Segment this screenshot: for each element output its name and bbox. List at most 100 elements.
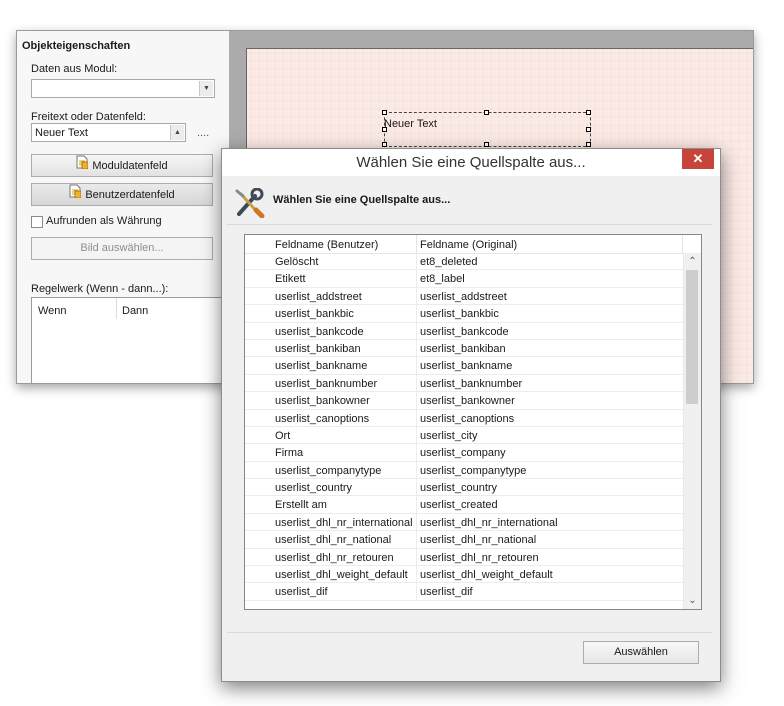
original-fieldname-cell: userlist_city [420,429,478,442]
freetext-select[interactable]: Neuer Text ▲ [31,123,186,142]
tools-icon [233,187,267,221]
chevron-down-icon[interactable]: ⌄ [684,592,701,609]
column-divider [416,305,417,322]
column-divider [416,566,417,583]
select-button[interactable]: Auswählen [583,641,699,664]
user-fieldname-cell: userlist_bankcode [275,325,364,338]
user-fieldname-cell: userlist_canoptions [275,412,370,425]
resize-handle[interactable] [382,127,387,132]
module-data-label: Daten aus Modul: [31,63,118,75]
module-field-button-label: Moduldatenfeld [92,159,168,172]
column-divider[interactable] [682,235,683,253]
column-divider [416,461,417,479]
list-item[interactable]: userlist_country userlist_country [245,479,683,497]
list-item[interactable]: userlist_addstreet userlist_addstreet [245,287,683,306]
chevron-down-icon[interactable]: ▼ [199,81,213,96]
resize-handle[interactable] [586,110,591,115]
list-item[interactable]: Gelöscht et8_deleted [245,253,683,271]
list-item[interactable]: userlist_bankowner userlist_bankowner [245,392,683,410]
original-fieldname-cell: userlist_banknumber [420,377,523,390]
column-divider [416,531,417,548]
list-item[interactable]: userlist_banknumber userlist_banknumber [245,374,683,393]
column-divider [116,298,117,319]
resize-handle[interactable] [484,110,489,115]
column-divider [416,548,417,566]
resize-handle[interactable] [586,142,591,147]
user-fieldname-cell: userlist_dhl_nr_retouren [275,551,394,564]
properties-title: Objekteigenschaften [22,40,131,52]
user-fieldname-cell: Erstellt am [275,499,327,512]
user-fieldname-cell: userlist_country [275,482,353,495]
list-item[interactable]: Erstellt am userlist_created [245,496,683,514]
rules-column-dann[interactable]: Dann [122,305,148,317]
resize-handle[interactable] [382,110,387,115]
list-item[interactable]: Firma userlist_company [245,444,683,462]
user-fieldname-cell: userlist_dhl_weight_default [275,569,408,582]
list-item[interactable]: userlist_dhl_nr_retouren userlist_dhl_nr_… [245,548,683,567]
column-header-user-fieldname[interactable]: Feldname (Benutzer) [275,239,378,251]
text-element[interactable]: Neuer Text [382,110,591,147]
scrollbar-thumb[interactable] [686,270,698,404]
dialog-titlebar[interactable]: Wählen Sie eine Quellspalte aus... ✕ [222,149,720,176]
column-divider [416,339,417,357]
list-item[interactable]: userlist_companytype userlist_companytype [245,461,683,480]
column-divider [416,374,417,392]
original-fieldname-cell: userlist_dhl_nr_retouren [420,551,539,564]
dialog-title: Wählen Sie eine Quellspalte aus... [356,154,586,171]
column-divider [416,253,417,270]
source-column-list[interactable]: Feldname (Benutzer) Feldname (Original) … [244,234,702,610]
user-fieldname-cell: userlist_bankowner [275,395,370,408]
original-fieldname-cell: userlist_company [420,447,506,460]
list-item[interactable]: userlist_bankiban userlist_bankiban [245,339,683,358]
list-item[interactable]: userlist_dhl_nr_international userlist_dh… [245,513,683,532]
vertical-scrollbar[interactable]: ⌃ ⌄ [683,253,701,609]
select-source-column-dialog: Wählen Sie eine Quellspalte aus... ✕ Wäh… [221,148,721,682]
list-item[interactable]: userlist_bankcode userlist_bankcode [245,322,683,340]
rules-column-wenn[interactable]: Wenn [38,305,67,317]
resize-handle[interactable] [382,142,387,147]
text-element-value: Neuer Text [384,118,437,130]
user-fieldname-cell: Etikett [275,273,306,286]
currency-checkbox[interactable] [31,216,43,228]
document-icon [76,155,89,177]
resize-handle[interactable] [586,127,591,132]
dialog-header: Wählen Sie eine Quellspalte aus... [227,179,712,225]
list-item[interactable]: userlist_canoptions userlist_canoptions [245,409,683,427]
original-fieldname-cell: userlist_bankiban [420,342,506,355]
close-button[interactable]: ✕ [682,149,714,169]
column-divider [416,287,417,305]
dialog-header-title: Wählen Sie eine Quellspalte aus... [273,194,451,206]
list-item[interactable]: userlist_bankname userlist_bankname [245,357,683,375]
column-divider [416,270,417,287]
properties-panel: Objekteigenschaften Daten aus Modul: ▼ F… [17,31,229,383]
column-divider [416,357,417,374]
column-divider [416,496,417,513]
list-item[interactable]: userlist_dif userlist_dif [245,583,683,601]
column-header-original-fieldname[interactable]: Feldname (Original) [420,239,517,251]
select-image-button[interactable]: Bild auswählen... [31,237,213,260]
user-field-button[interactable]: Benutzerdatenfeld [31,183,213,206]
original-fieldname-cell: userlist_country [420,482,498,495]
original-fieldname-cell: userlist_dif [420,586,473,599]
list-item[interactable]: Etikett et8_label [245,270,683,288]
list-item[interactable]: userlist_dhl_weight_default userlist_dhl_… [245,566,683,584]
column-divider[interactable] [416,235,417,253]
close-icon: ✕ [692,151,704,166]
rules-table[interactable]: Wenn Dann [31,297,229,383]
ellipsis-button[interactable]: .... [197,127,209,139]
module-data-select[interactable]: ▼ [31,79,215,98]
user-fieldname-cell: userlist_dhl_nr_national [275,534,392,547]
chevron-down-icon[interactable]: ▲ [170,125,184,140]
user-fieldname-cell: Ort [275,429,291,442]
module-field-button[interactable]: Moduldatenfeld [31,154,213,177]
user-fieldname-cell: userlist_dhl_nr_international [275,516,413,529]
original-fieldname-cell: et8_label [420,273,465,286]
list-item[interactable]: userlist_dhl_nr_national userlist_dhl_nr_… [245,531,683,549]
rules-label: Regelwerk (Wenn - dann...): [31,283,169,295]
original-fieldname-cell: userlist_addstreet [420,290,507,303]
chevron-up-icon[interactable]: ⌃ [684,253,701,270]
list-item[interactable]: userlist_bankbic userlist_bankbic [245,305,683,323]
list-header: Feldname (Benutzer) Feldname (Original) [245,235,683,254]
list-item[interactable]: Ort userlist_city [245,426,683,445]
resize-handle[interactable] [484,142,489,147]
